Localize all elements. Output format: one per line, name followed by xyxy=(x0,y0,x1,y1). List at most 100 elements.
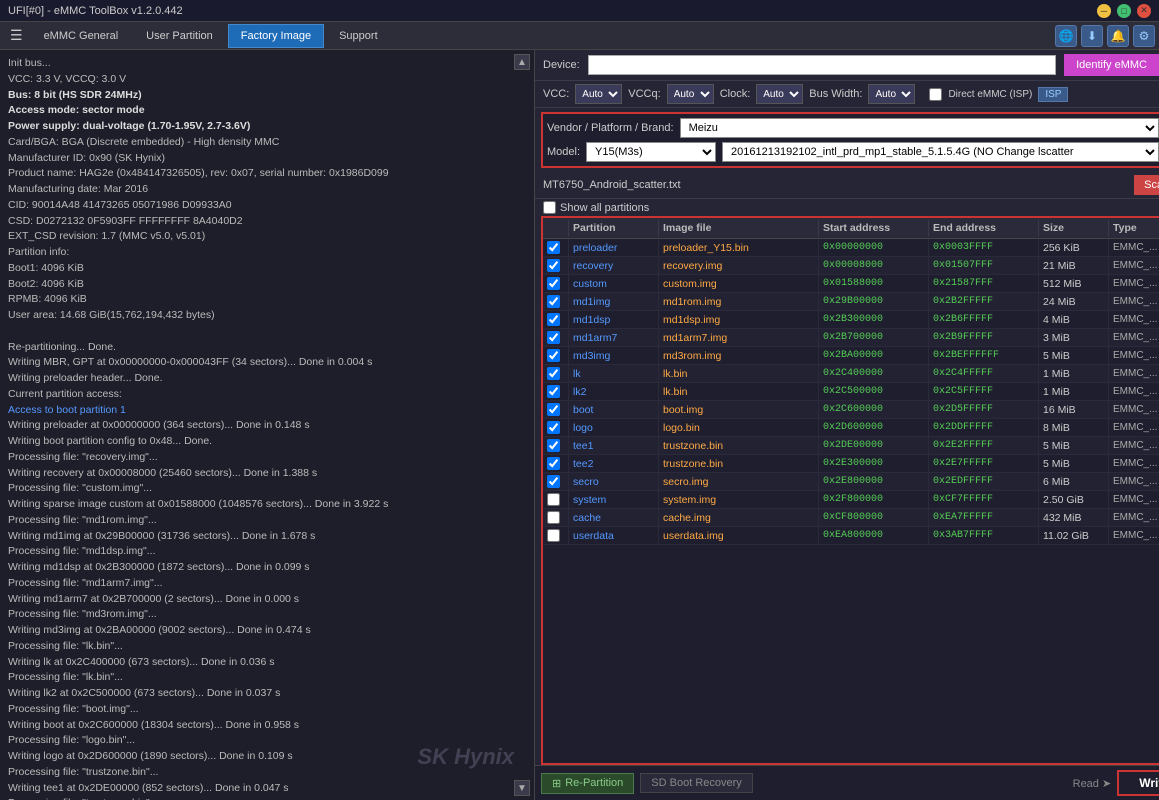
globe-icon-btn[interactable]: 🌐 xyxy=(1055,25,1077,47)
partition-type: EMMC_... xyxy=(1109,401,1159,418)
clock-label: Clock: xyxy=(720,88,751,100)
partition-end: 0xEA7FFFFF xyxy=(929,509,1039,526)
vendor-select[interactable]: Meizu xyxy=(680,118,1159,138)
table-row: cache cache.img 0xCF800000 0xEA7FFFFF 43… xyxy=(543,509,1159,527)
row-checkbox-cell[interactable] xyxy=(543,491,569,508)
partition-checkbox[interactable] xyxy=(547,385,560,398)
partition-checkbox[interactable] xyxy=(547,475,560,488)
partition-image: cache.img xyxy=(659,509,819,526)
row-checkbox-cell[interactable] xyxy=(543,455,569,472)
scroll-up-arrow[interactable]: ▲ xyxy=(514,54,530,70)
maximize-button[interactable]: □ xyxy=(1117,4,1131,18)
log-line: Access to boot partition 1 xyxy=(8,403,526,419)
partition-type: EMMC_... xyxy=(1109,437,1159,454)
isp-button[interactable]: ISP xyxy=(1038,87,1068,102)
scatter-button[interactable]: Scatter xyxy=(1134,175,1159,195)
partition-checkbox[interactable] xyxy=(547,313,560,326)
partition-type: EMMC_... xyxy=(1109,509,1159,526)
partition-checkbox[interactable] xyxy=(547,493,560,506)
close-button[interactable]: ✕ xyxy=(1137,4,1151,18)
partition-image: md1arm7.img xyxy=(659,329,819,346)
log-line: Writing boot at 0x2C600000 (18304 sector… xyxy=(8,718,526,734)
row-checkbox-cell[interactable] xyxy=(543,365,569,382)
row-checkbox-cell[interactable] xyxy=(543,293,569,310)
log-line: Processing file: "recovery.img"... xyxy=(8,450,526,466)
tab-support[interactable]: Support xyxy=(326,24,391,48)
log-line: Partition info: xyxy=(8,245,526,261)
log-line: Writing lk at 0x2C400000 (673 sectors)..… xyxy=(8,655,526,671)
log-line xyxy=(8,324,526,340)
partition-size: 5 MiB xyxy=(1039,455,1109,472)
row-checkbox-cell[interactable] xyxy=(543,437,569,454)
scatter-file-select[interactable]: 20161213192102_intl_prd_mp1_stable_5.1.5… xyxy=(722,142,1159,162)
row-checkbox-cell[interactable] xyxy=(543,527,569,544)
partition-checkbox[interactable] xyxy=(547,511,560,524)
partition-area: Partition Image file Start address End a… xyxy=(541,216,1159,765)
row-checkbox-cell[interactable] xyxy=(543,419,569,436)
partition-checkbox[interactable] xyxy=(547,403,560,416)
table-row: boot boot.img 0x2C600000 0x2D5FFFFF 16 M… xyxy=(543,401,1159,419)
row-checkbox-cell[interactable] xyxy=(543,473,569,490)
minimize-button[interactable]: ─ xyxy=(1097,4,1111,18)
col-start: Start address xyxy=(819,220,929,236)
partition-checkbox[interactable] xyxy=(547,295,560,308)
vcc-select[interactable]: Auto xyxy=(575,84,622,104)
tab-emmc-general[interactable]: eMMC General xyxy=(31,24,132,48)
bell-icon-btn[interactable]: 🔔 xyxy=(1107,25,1129,47)
log-line: Writing tee1 at 0x2DE00000 (852 sectors)… xyxy=(8,781,526,797)
write-button[interactable]: Write xyxy=(1117,770,1159,796)
row-checkbox-cell[interactable] xyxy=(543,383,569,400)
partition-size: 11.02 GiB xyxy=(1039,527,1109,544)
tab-factory-image[interactable]: Factory Image xyxy=(228,24,324,48)
sd-recovery-button[interactable]: SD Boot Recovery xyxy=(640,773,752,793)
log-line: Processing file: "md1rom.img"... xyxy=(8,513,526,529)
partition-name: md1dsp xyxy=(569,311,659,328)
row-checkbox-cell[interactable] xyxy=(543,275,569,292)
partition-start: 0x2BA00000 xyxy=(819,347,929,364)
row-checkbox-cell[interactable] xyxy=(543,257,569,274)
show-all-checkbox[interactable] xyxy=(543,201,556,214)
partition-checkbox[interactable] xyxy=(547,241,560,254)
partition-checkbox[interactable] xyxy=(547,421,560,434)
device-input[interactable] xyxy=(588,55,1056,75)
row-checkbox-cell[interactable] xyxy=(543,239,569,256)
partition-size: 16 MiB xyxy=(1039,401,1109,418)
partition-checkbox[interactable] xyxy=(547,439,560,452)
row-checkbox-cell[interactable] xyxy=(543,509,569,526)
log-line: Writing boot partition config to 0x48...… xyxy=(8,434,526,450)
model-select[interactable]: Y15(M3s) xyxy=(586,142,716,162)
partition-image: preloader_Y15.bin xyxy=(659,239,819,256)
col-image: Image file xyxy=(659,220,819,236)
direct-emmc-checkbox[interactable] xyxy=(929,88,942,101)
partition-checkbox[interactable] xyxy=(547,277,560,290)
partition-checkbox[interactable] xyxy=(547,259,560,272)
row-checkbox-cell[interactable] xyxy=(543,401,569,418)
partition-size: 432 MiB xyxy=(1039,509,1109,526)
log-line: Writing MBR, GPT at 0x00000000-0x000043F… xyxy=(8,355,526,371)
identify-emmc-button[interactable]: Identify eMMC xyxy=(1064,54,1159,76)
right-panel: Device: Identify eMMC TP VCC: Auto VCCq:… xyxy=(535,50,1159,800)
show-all-label: Show all partitions xyxy=(560,202,649,214)
partition-checkbox[interactable] xyxy=(547,367,560,380)
settings-icon-btn[interactable]: ⚙ xyxy=(1133,25,1155,47)
download-icon-btn[interactable]: ⬇ xyxy=(1081,25,1103,47)
partition-checkbox[interactable] xyxy=(547,331,560,344)
row-checkbox-cell[interactable] xyxy=(543,347,569,364)
partition-name: custom xyxy=(569,275,659,292)
scroll-down-arrow[interactable]: ▼ xyxy=(514,780,530,796)
table-row: system system.img 0x2F800000 0xCF7FFFFF … xyxy=(543,491,1159,509)
partition-body: preloader preloader_Y15.bin 0x00000000 0… xyxy=(543,239,1159,763)
buswidth-select[interactable]: Auto xyxy=(868,84,915,104)
partition-name: system xyxy=(569,491,659,508)
log-line: EXT_CSD revision: 1.7 (MMC v5.0, v5.01) xyxy=(8,229,526,245)
clock-select[interactable]: Auto xyxy=(756,84,803,104)
row-checkbox-cell[interactable] xyxy=(543,329,569,346)
partition-checkbox[interactable] xyxy=(547,349,560,362)
partition-checkbox[interactable] xyxy=(547,457,560,470)
partition-checkbox[interactable] xyxy=(547,529,560,542)
row-checkbox-cell[interactable] xyxy=(543,311,569,328)
hamburger-icon[interactable]: ☰ xyxy=(4,25,29,46)
tab-user-partition[interactable]: User Partition xyxy=(133,24,226,48)
repartition-button[interactable]: ⊞ Re-Partition xyxy=(541,773,634,794)
vccq-select[interactable]: Auto xyxy=(667,84,714,104)
